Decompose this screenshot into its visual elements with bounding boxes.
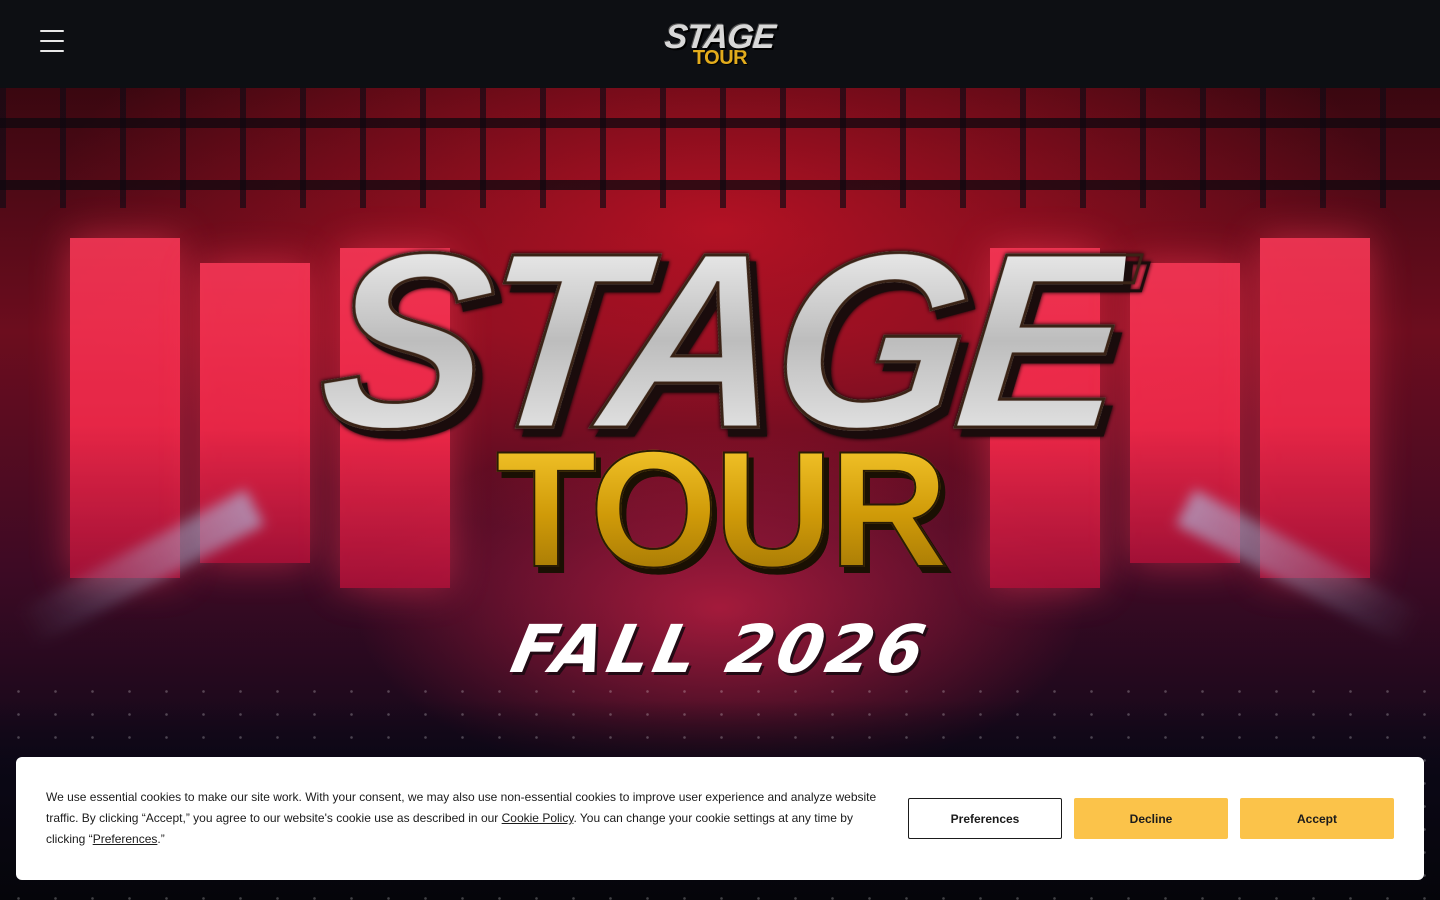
cookie-text-part3: .” <box>157 832 165 846</box>
hamburger-line <box>40 30 64 32</box>
truss-bar <box>0 180 1440 190</box>
logo-stage-text: STAGE <box>663 18 777 56</box>
top-navigation-bar: STAGE TOUR <box>0 0 1440 88</box>
preferences-link[interactable]: Preferences <box>93 832 158 846</box>
truss-bar <box>0 118 1440 128</box>
accept-button[interactable]: Accept <box>1240 798 1394 839</box>
stage-truss <box>0 88 1440 208</box>
decline-button[interactable]: Decline <box>1074 798 1228 839</box>
site-logo[interactable]: STAGE TOUR <box>663 18 777 68</box>
cookie-policy-link[interactable]: Cookie Policy <box>502 811 574 825</box>
hero-title-block: STAGE TOUR FALL 2026 <box>0 200 1440 689</box>
preferences-button[interactable]: Preferences <box>908 798 1062 839</box>
hamburger-menu-icon[interactable] <box>40 30 64 56</box>
hamburger-line <box>40 50 64 52</box>
hamburger-line <box>40 40 64 42</box>
cookie-actions: Preferences Decline Accept <box>908 798 1394 839</box>
cookie-consent-banner: We use essential cookies to make our sit… <box>16 757 1424 880</box>
hero-subtitle: FALL 2026 <box>504 611 936 688</box>
hero-title-tour: TOUR <box>495 417 949 601</box>
cookie-message: We use essential cookies to make our sit… <box>46 787 886 850</box>
